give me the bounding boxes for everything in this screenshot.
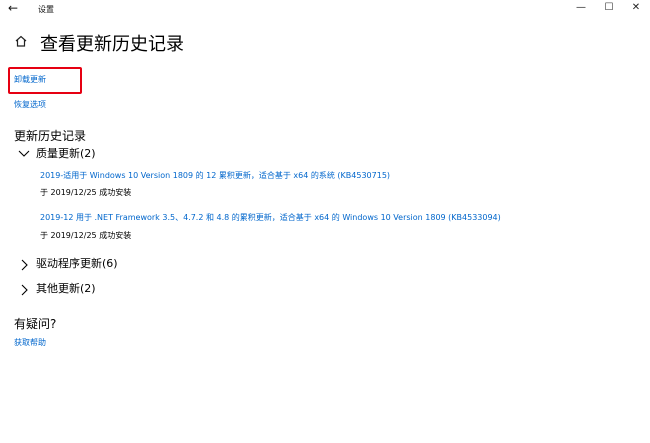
update-item-status: 于 2019/12/25 成功安装: [40, 188, 132, 197]
group-label: 驱动程序更新(6): [36, 257, 118, 270]
window-title: 设置: [38, 5, 54, 14]
chevron-right-icon: [21, 284, 28, 296]
back-arrow-icon[interactable]: ←: [8, 1, 18, 15]
minimize-icon[interactable]: —: [573, 2, 589, 14]
group-label: 其他更新(2): [36, 282, 96, 295]
update-item-link[interactable]: 2019-适用于 Windows 10 Version 1809 的 12 累积…: [40, 170, 390, 181]
close-icon[interactable]: ✕: [628, 2, 644, 14]
update-item-status: 于 2019/12/25 成功安装: [40, 231, 132, 240]
update-item-link[interactable]: 2019-12 用于 .NET Framework 3.5、4.7.2 和 4.…: [40, 212, 501, 223]
uninstall-updates-link[interactable]: 卸载更新: [14, 74, 46, 85]
title-bar: ← 设置 — ☐ ✕: [0, 0, 650, 20]
chevron-down-icon: [18, 150, 30, 157]
update-history-title: 更新历史记录: [14, 129, 87, 143]
recovery-options-link[interactable]: 恢复选项: [14, 99, 46, 110]
maximize-icon[interactable]: ☐: [601, 2, 617, 14]
group-label: 质量更新(2): [36, 147, 96, 160]
help-title: 有疑问?: [14, 317, 57, 331]
chevron-right-icon: [21, 259, 28, 271]
page-title: 查看更新历史记录: [40, 34, 184, 55]
home-icon[interactable]: [14, 34, 28, 48]
get-help-link[interactable]: 获取帮助: [14, 337, 46, 348]
